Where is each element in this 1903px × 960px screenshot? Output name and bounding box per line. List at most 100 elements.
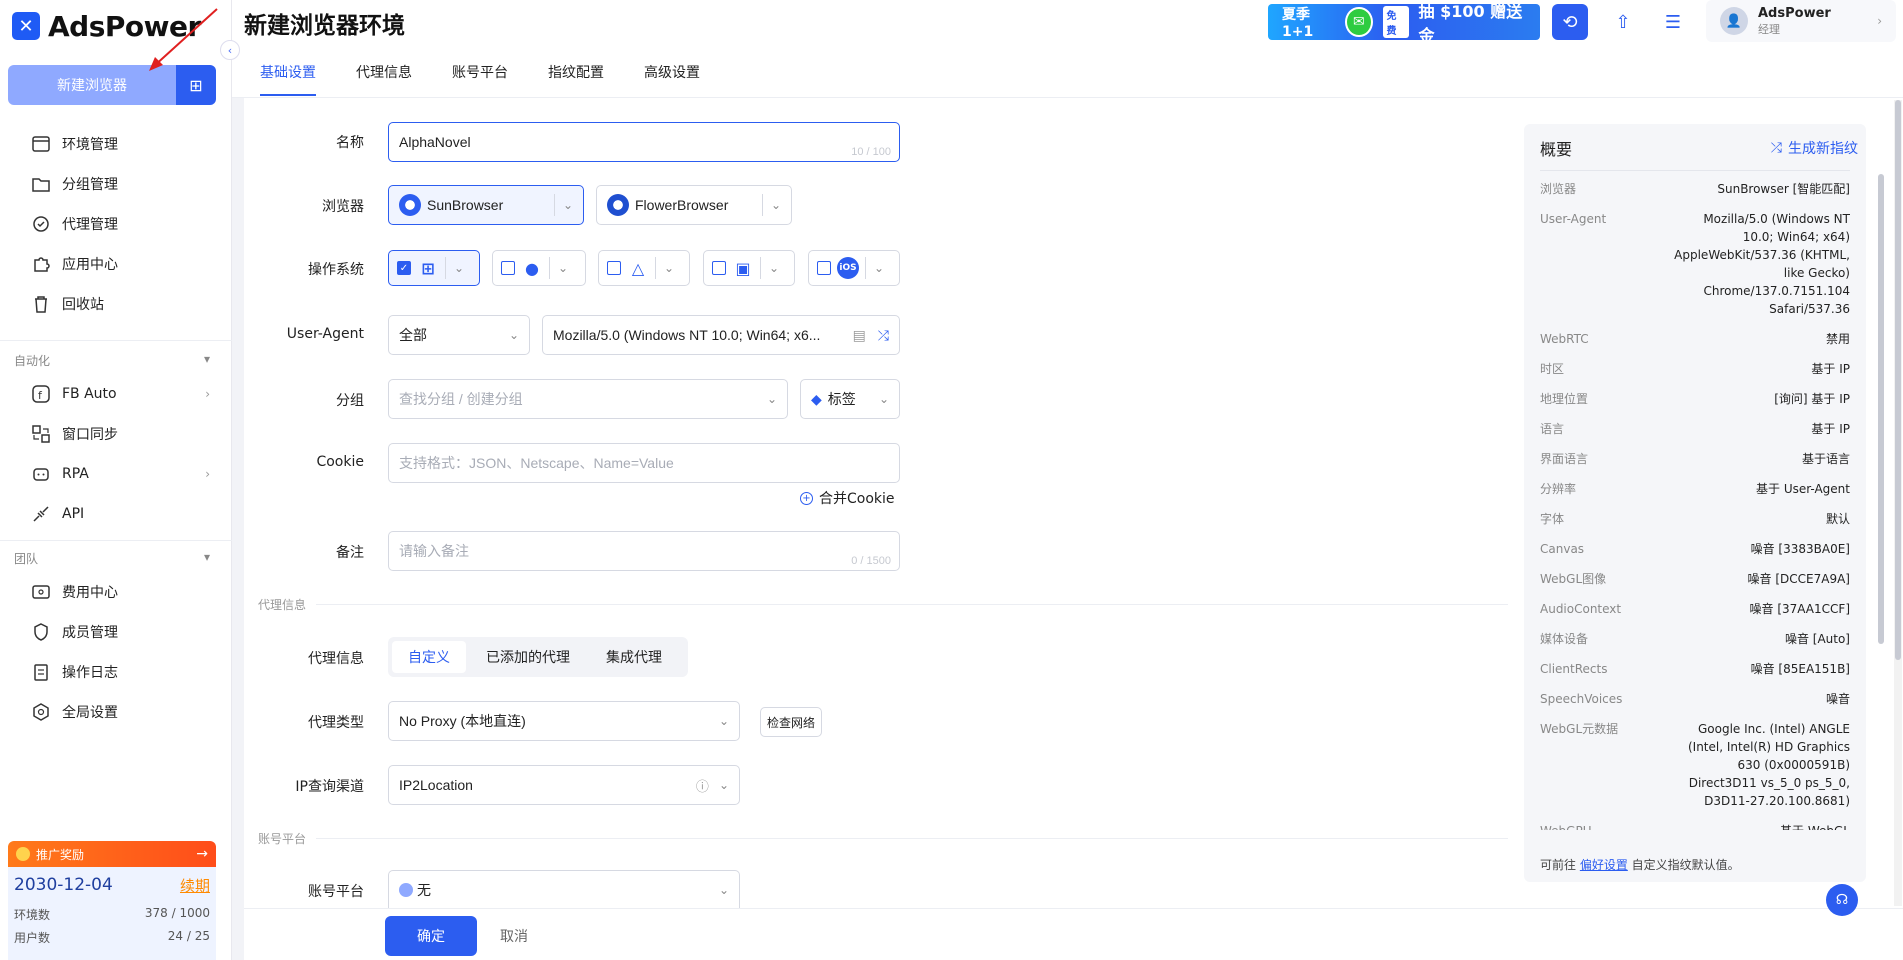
user-menu[interactable]: 👤 AdsPower 经理 ›: [1706, 0, 1896, 42]
batch-create-button[interactable]: ⊞: [176, 65, 216, 105]
os-option-macos[interactable]: ● ⌄: [492, 250, 586, 286]
sidebar-item-logs[interactable]: 操作日志: [30, 657, 210, 687]
sidebar-item-label: 全局设置: [62, 705, 118, 721]
proxy-type-select[interactable]: No Proxy (本地直连) ⌄: [388, 701, 740, 741]
group-select[interactable]: 查找分组 / 创建分组 ⌄: [388, 379, 788, 419]
os-option-linux[interactable]: △ ⌄: [598, 250, 690, 286]
tab-fingerprint[interactable]: 指纹配置: [548, 62, 604, 96]
summary-key: 语言: [1540, 422, 1565, 436]
sidebar-item-rpa[interactable]: RPA ›: [30, 459, 210, 489]
proxy-mode-custom[interactable]: 自定义: [392, 641, 466, 673]
sidebar-item-proxy[interactable]: 代理管理: [30, 209, 210, 239]
ip-channel-select[interactable]: IP2Location ⓘ ⌄: [388, 765, 740, 805]
check-network-button[interactable]: 检查网络: [760, 707, 823, 737]
ua-filter-select[interactable]: 全部 ⌄: [388, 315, 530, 355]
summary-divider: [1540, 170, 1850, 171]
banner-left-text: 夏季1+1: [1282, 7, 1314, 40]
summary-value: 基于 WebGL: [1780, 822, 1850, 830]
summary-key: 浏览器: [1540, 182, 1577, 196]
page-scrollbar[interactable]: [1894, 100, 1902, 906]
summary-value: 噪音 [3383BA0E]: [1750, 542, 1850, 556]
os-option-windows[interactable]: ✓ ⊞ ⌄: [388, 250, 480, 286]
sidebar-section-automation[interactable]: 自动化 ▾: [14, 352, 210, 369]
cancel-button[interactable]: 取消: [500, 916, 528, 956]
document-icon[interactable]: ▤: [853, 327, 866, 344]
shuffle-icon[interactable]: ⤮: [878, 327, 889, 344]
proxy-mode-integrated[interactable]: 集成代理: [590, 641, 678, 673]
tab-basic[interactable]: 基础设置: [260, 62, 316, 96]
sidebar-item-api[interactable]: API: [30, 499, 210, 529]
note-input[interactable]: 请输入备注 0 / 1500: [388, 531, 900, 571]
task-list-button[interactable]: ☰: [1655, 4, 1691, 40]
sidebar-item-settings[interactable]: 全局设置: [30, 697, 210, 727]
sidebar-item-sync[interactable]: 窗口同步: [30, 419, 210, 449]
sidebar-item-label: 代理管理: [62, 217, 118, 233]
tab-proxy[interactable]: 代理信息: [356, 62, 412, 96]
name-input[interactable]: AlphaNovel 10 / 100: [388, 122, 900, 162]
chevron-down-icon[interactable]: ⌄: [865, 257, 884, 279]
sidebar-item-trash[interactable]: 回收站: [30, 289, 210, 319]
generate-fingerprint-button[interactable]: ⤮ 生成新指纹: [1771, 138, 1858, 158]
tag-select[interactable]: ◆ 标签 ⌄: [800, 379, 900, 419]
checkbox[interactable]: [817, 261, 831, 275]
checkbox[interactable]: [607, 261, 621, 275]
preferences-link[interactable]: 偏好设置: [1580, 858, 1628, 872]
chevron-down-icon[interactable]: ⌄: [549, 257, 568, 279]
sidebar-item-groups[interactable]: 分组管理: [30, 169, 210, 199]
sidebar-item-label: RPA: [62, 466, 89, 482]
summary-scrollbar[interactable]: [1878, 124, 1884, 882]
sidebar-item-apps[interactable]: 应用中心: [30, 249, 210, 279]
info-icon[interactable]: ⓘ: [696, 776, 709, 795]
checkbox[interactable]: ✓: [397, 261, 411, 275]
os-option-ios[interactable]: iOS ⌄: [808, 250, 900, 286]
tab-advanced[interactable]: 高级设置: [644, 62, 700, 96]
proxy-mode-saved[interactable]: 已添加的代理: [470, 641, 586, 673]
browser-option-sunbrowser[interactable]: SunBrowser ⌄: [388, 185, 584, 225]
summer-promo-banner[interactable]: 夏季1+1 ✉ 免费 抽 $100 赠送金: [1268, 4, 1540, 40]
sunbrowser-icon: [399, 194, 421, 216]
merge-cookie-link[interactable]: + 合并Cookie: [800, 488, 895, 508]
cookie-input[interactable]: 支持格式：JSON、Netscape、Name=Value: [388, 443, 900, 483]
scrollbar-thumb[interactable]: [1895, 100, 1901, 660]
confirm-button[interactable]: 确定: [385, 916, 477, 956]
sidebar-item-label: 操作日志: [62, 665, 118, 681]
summary-value: 噪音 [Auto]: [1784, 632, 1850, 646]
summary-row: WebGPU 基于 WebGL: [1540, 822, 1850, 830]
chevron-down-icon[interactable]: ⌄: [655, 257, 674, 279]
proxy-info-label: 代理信息: [308, 651, 364, 667]
summary-value: 噪音 [DCCE7A9A]: [1747, 572, 1850, 586]
collapse-sidebar-button[interactable]: ‹: [220, 40, 240, 60]
new-browser-button[interactable]: 新建浏览器: [8, 65, 176, 105]
sidebar-item-billing[interactable]: 费用中心: [30, 577, 210, 607]
sidebar-item-fb-auto[interactable]: f FB Auto ›: [30, 379, 210, 409]
chevron-down-icon[interactable]: ⌄: [771, 198, 781, 212]
os-option-android[interactable]: ▣ ⌄: [703, 250, 795, 286]
billing-icon: [30, 581, 52, 603]
checkbox[interactable]: [501, 261, 515, 275]
scrollbar-thumb[interactable]: [1878, 174, 1884, 644]
refresh-button[interactable]: ⟲: [1552, 4, 1588, 40]
app-logo[interactable]: ✕ AdsPower: [12, 10, 201, 43]
chevron-down-icon[interactable]: ⌄: [760, 257, 779, 279]
chevron-down-icon[interactable]: ⌄: [563, 198, 573, 212]
ua-input[interactable]: Mozilla/5.0 (Windows NT 10.0; Win64; x6.…: [542, 315, 900, 355]
chevron-down-icon[interactable]: ⌄: [445, 257, 464, 279]
support-button[interactable]: ☊: [1826, 884, 1858, 916]
tab-bar: 基础设置 代理信息 账号平台 指纹配置 高级设置: [260, 62, 700, 96]
banner-right-text: 抽 $100 赠送金: [1418, 4, 1523, 40]
promo-banner[interactable]: 推广奖励 →: [8, 841, 216, 867]
sync-icon: [30, 423, 52, 445]
sidebar-section-team[interactable]: 团队 ▾: [14, 550, 210, 567]
sidebar-item-env[interactable]: 环境管理: [30, 129, 210, 159]
renew-link[interactable]: 续期: [180, 875, 210, 896]
summary-key: WebGL元数据: [1540, 722, 1619, 736]
chevron-right-icon: ›: [1877, 14, 1882, 28]
separator: [553, 194, 555, 216]
tab-account[interactable]: 账号平台: [452, 62, 508, 96]
browser-option-flowerbrowser[interactable]: FlowerBrowser ⌄: [596, 185, 792, 225]
checkbox[interactable]: [712, 261, 726, 275]
sidebar-item-members[interactable]: 成员管理: [30, 617, 210, 647]
upload-button[interactable]: ⇧: [1605, 4, 1641, 40]
account-platform-select[interactable]: 无 ⌄: [388, 870, 740, 908]
chevron-down-icon: ⌄: [766, 392, 777, 406]
